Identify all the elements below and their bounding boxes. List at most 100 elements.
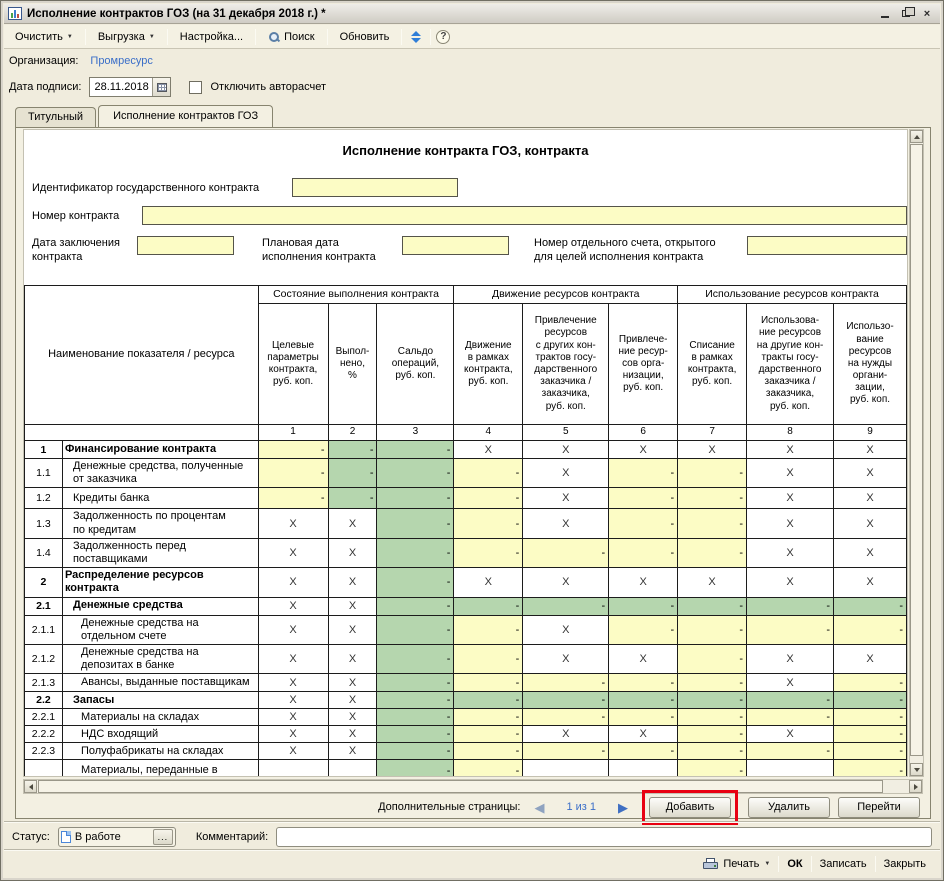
table-cell[interactable]: -: [609, 709, 678, 726]
scroll-down-button[interactable]: [910, 763, 923, 776]
status-select[interactable]: В работе ...: [58, 827, 176, 847]
table-cell[interactable]: -: [454, 509, 523, 538]
vertical-scrollbar[interactable]: [909, 129, 924, 777]
highlight-box: Добавить: [642, 790, 738, 825]
tab-panel: Исполнение контракта ГОЗ, контракта Иден…: [15, 127, 931, 819]
sort-settings-button[interactable]: [407, 29, 425, 45]
table-cell[interactable]: -: [833, 760, 906, 777]
delete-page-button[interactable]: Удалить: [748, 797, 830, 818]
table-cell[interactable]: -: [678, 509, 747, 538]
table-cell[interactable]: -: [523, 709, 609, 726]
table-cell: X: [328, 538, 377, 567]
table-cell[interactable]: -: [258, 441, 328, 459]
table-cell[interactable]: -: [454, 674, 523, 692]
next-page-button[interactable]: ▶: [614, 800, 632, 815]
tab-ispolnenie-kontraktov[interactable]: Исполнение контрактов ГОЗ: [98, 105, 273, 127]
print-button[interactable]: Печать ▼: [695, 855, 778, 873]
contract-number-input[interactable]: [142, 206, 907, 225]
goto-page-button[interactable]: Перейти: [838, 797, 920, 818]
status-more-button[interactable]: ...: [153, 829, 173, 845]
comment-input[interactable]: [276, 827, 932, 847]
tab-titulny[interactable]: Титульный: [15, 107, 96, 127]
table-cell[interactable]: -: [609, 488, 678, 509]
scroll-up-button[interactable]: [910, 130, 923, 143]
table-cell[interactable]: -: [609, 509, 678, 538]
table-cell[interactable]: -: [609, 743, 678, 760]
table-cell[interactable]: -: [678, 488, 747, 509]
table-cell[interactable]: -: [454, 760, 523, 777]
ok-button[interactable]: ОК: [779, 855, 810, 873]
column-header: Привлечение ресурсов с других кон- тракт…: [523, 304, 609, 425]
table-cell[interactable]: -: [678, 743, 747, 760]
save-button[interactable]: Записать: [812, 855, 875, 873]
table-cell[interactable]: -: [833, 674, 906, 692]
table-cell[interactable]: -: [523, 538, 609, 567]
row-name: Денежные средства: [62, 597, 258, 615]
help-button[interactable]: ?: [436, 30, 450, 44]
table-cell[interactable]: -: [609, 459, 678, 488]
table-cell[interactable]: -: [454, 726, 523, 743]
table-cell[interactable]: -: [678, 644, 747, 673]
table-cell[interactable]: -: [609, 538, 678, 567]
table-cell[interactable]: -: [523, 674, 609, 692]
separate-account-input[interactable]: [747, 236, 907, 255]
prev-page-button[interactable]: ◀: [530, 800, 548, 815]
table-cell[interactable]: -: [609, 674, 678, 692]
column-group-header: Использование ресурсов контракта: [678, 286, 907, 304]
toolbar-export-button[interactable]: Выгрузка▼: [91, 28, 162, 46]
table-cell[interactable]: -: [454, 709, 523, 726]
table-cell[interactable]: -: [678, 709, 747, 726]
table-cell[interactable]: -: [747, 615, 834, 644]
table-cell[interactable]: -: [454, 459, 523, 488]
close-form-button[interactable]: Закрыть: [876, 855, 934, 873]
table-cell[interactable]: -: [454, 615, 523, 644]
table-cell[interactable]: -: [678, 760, 747, 777]
table-cell[interactable]: -: [609, 615, 678, 644]
table-cell: X: [328, 597, 377, 615]
table-cell[interactable]: -: [523, 743, 609, 760]
conclusion-date-input[interactable]: [137, 236, 234, 255]
toolbar-clear-button[interactable]: Очистить▼: [8, 28, 80, 46]
table-cell[interactable]: -: [833, 709, 906, 726]
toolbar-search-button[interactable]: Поиск: [261, 28, 321, 46]
autocalc-checkbox[interactable]: [189, 81, 202, 94]
table-cell[interactable]: -: [747, 709, 834, 726]
table-cell[interactable]: -: [454, 538, 523, 567]
scroll-right-button[interactable]: [909, 780, 922, 793]
horizontal-scroll-thumb[interactable]: [38, 780, 883, 793]
horizontal-scrollbar[interactable]: [23, 779, 923, 794]
table-cell[interactable]: -: [833, 726, 906, 743]
sign-date-input[interactable]: 28.11.2018: [89, 77, 171, 97]
organization-link[interactable]: Промресурс: [90, 55, 152, 67]
table-cell[interactable]: -: [678, 615, 747, 644]
table-cell[interactable]: -: [678, 538, 747, 567]
gov-contract-id-input[interactable]: [292, 178, 458, 197]
table-cell[interactable]: -: [678, 726, 747, 743]
table-cell[interactable]: -: [678, 674, 747, 692]
table-cell[interactable]: -: [833, 743, 906, 760]
table-cell[interactable]: -: [454, 488, 523, 509]
row-name: Денежные средства на депозитах в банке: [62, 644, 258, 673]
table-cell[interactable]: -: [833, 615, 906, 644]
column-header: Целевые параметры контракта, руб. коп.: [258, 304, 328, 425]
vertical-scroll-thumb[interactable]: [910, 144, 923, 756]
planned-date-input[interactable]: [402, 236, 509, 255]
close-button[interactable]: ×: [918, 6, 936, 21]
scroll-left-button[interactable]: [24, 780, 37, 793]
table-cell[interactable]: -: [454, 644, 523, 673]
calendar-picker-button[interactable]: [152, 78, 170, 96]
toolbar-settings-button[interactable]: Настройка...: [173, 28, 250, 46]
table-cell[interactable]: -: [258, 488, 328, 509]
table-cell[interactable]: -: [454, 743, 523, 760]
table-cell: [328, 760, 377, 777]
minimize-button[interactable]: [876, 6, 894, 21]
restore-button[interactable]: [897, 6, 915, 21]
table-cell: -: [747, 692, 834, 709]
table-cell[interactable]: -: [258, 459, 328, 488]
add-page-button[interactable]: Добавить: [649, 797, 731, 818]
toolbar-refresh-button[interactable]: Обновить: [333, 28, 397, 46]
table-cell[interactable]: -: [678, 459, 747, 488]
table-cell: X: [833, 644, 906, 673]
toolbar-search-label: Поиск: [284, 31, 314, 43]
table-cell[interactable]: -: [747, 743, 834, 760]
